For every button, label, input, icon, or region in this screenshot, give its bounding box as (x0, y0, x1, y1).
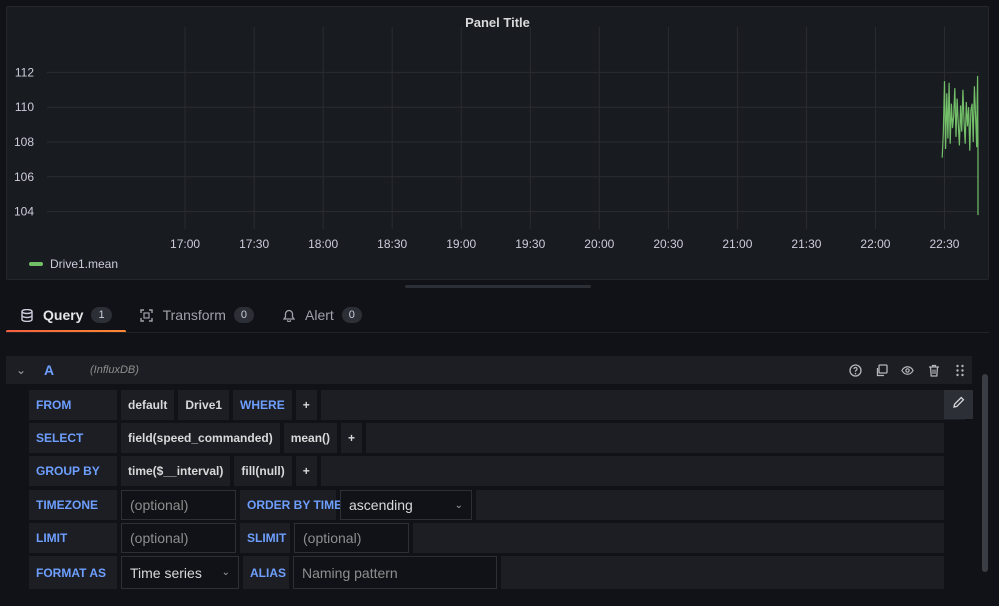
pane-splitter[interactable] (405, 285, 591, 288)
query-datasource: (InfluxDB) (90, 364, 139, 376)
x-axis: 17:00 17:30 18:00 18:30 19:00 19:30 20:00 20:30… (170, 237, 960, 251)
timezone-row-filler (476, 490, 944, 520)
format-as-label: FORMAT AS (29, 556, 117, 589)
tab-transform-count: 0 (233, 307, 254, 323)
scrollbar[interactable] (982, 374, 988, 572)
from-row: FROM default Drive1 WHERE + (29, 390, 965, 420)
where-label: WHERE (233, 390, 292, 420)
order-by-select[interactable]: ascending ⌄ (340, 490, 472, 520)
chevron-down-icon[interactable]: ⌄ (6, 363, 36, 377)
y-axis: 104 106 108 110 112 (14, 65, 34, 218)
x-tick-label: 17:30 (239, 237, 269, 251)
limit-label: LIMIT (29, 523, 117, 553)
x-tick-label: 17:00 (170, 237, 200, 251)
panel-editor: Panel Title 104 106 108 110 112 17:00 17:30 18… (0, 0, 999, 606)
chart-grid (47, 27, 979, 229)
group-by-label: GROUP BY (29, 456, 117, 486)
graph-panel: Panel Title 104 106 108 110 112 17:00 17:30 18… (6, 6, 989, 280)
tab-transform-label: Transform (162, 307, 226, 323)
select-row: SELECT field(speed_commanded) mean() + (29, 423, 944, 453)
editor-tabs: Query 1 Transform 0 Alert 0 (6, 298, 376, 334)
slimit-input[interactable]: (optional) (294, 523, 409, 553)
query-ref-id[interactable]: A (44, 362, 84, 378)
add-group-by-button[interactable]: + (295, 456, 317, 486)
legend-swatch (29, 262, 43, 266)
query-editor: ⌄ A (InfluxDB) FROM default Drive1 WHERE… (6, 334, 989, 606)
trash-icon[interactable] (927, 364, 940, 377)
x-tick-label: 21:00 (722, 237, 752, 251)
limit-row-filler (413, 523, 944, 553)
query-actions (849, 356, 966, 384)
tab-alert[interactable]: Alert 0 (268, 298, 376, 332)
y-tick-label: 108 (14, 135, 34, 149)
tabs-divider (6, 332, 989, 333)
chevron-down-icon: ⌄ (221, 567, 230, 578)
format-as-select[interactable]: Time series ⌄ (121, 556, 239, 589)
tab-alert-count: 0 (341, 307, 362, 323)
chevron-down-icon: ⌄ (454, 499, 463, 511)
help-icon[interactable] (849, 363, 862, 377)
format-row: FORMAT AS Time series ⌄ ALIAS Naming pat… (29, 556, 944, 589)
field-segment[interactable]: field(speed_commanded) (121, 423, 280, 453)
slimit-label: SLIMIT (240, 523, 290, 553)
query-row-header[interactable]: ⌄ A (InfluxDB) (6, 356, 972, 384)
time-series-chart: 104 106 108 110 112 17:00 17:30 18:00 18:30 19:0… (14, 27, 979, 251)
y-tick-label: 106 (14, 170, 34, 184)
from-label: FROM (29, 390, 117, 420)
x-tick-label: 22:30 (929, 237, 959, 251)
timezone-input[interactable]: (optional) (121, 490, 236, 520)
alias-label: ALIAS (243, 556, 289, 589)
database-icon (20, 308, 34, 322)
x-tick-label: 20:30 (653, 237, 683, 251)
select-row-filler (366, 423, 944, 453)
pencil-icon (952, 396, 965, 414)
x-tick-label: 19:30 (515, 237, 545, 251)
group-by-row: GROUP BY time($__interval) fill(null) + (29, 456, 944, 486)
tab-transform[interactable]: Transform 0 (126, 298, 268, 332)
eye-icon[interactable] (901, 364, 914, 377)
format-row-filler (501, 556, 944, 589)
fill-segment[interactable]: fill(null) (234, 456, 292, 486)
bell-icon (282, 308, 296, 322)
tab-query[interactable]: Query 1 (6, 298, 126, 333)
group-by-time-segment[interactable]: time($__interval) (121, 456, 231, 486)
y-tick-label: 104 (14, 205, 34, 219)
order-by-value: ascending (349, 497, 413, 513)
group-by-row-filler (320, 456, 944, 486)
legend[interactable]: Drive1.mean (29, 257, 118, 271)
timezone-row: TIMEZONE (optional) ORDER BY TIME ascend… (29, 490, 944, 520)
transform-icon (140, 308, 154, 322)
duplicate-icon[interactable] (875, 363, 888, 377)
from-row-filler (320, 390, 965, 420)
add-where-button[interactable]: + (295, 390, 317, 420)
x-tick-label: 20:00 (584, 237, 614, 251)
select-label: SELECT (29, 423, 117, 453)
x-tick-label: 18:30 (377, 237, 407, 251)
x-tick-label: 21:30 (791, 237, 821, 251)
x-tick-label: 19:00 (446, 237, 476, 251)
aggregation-segment[interactable]: mean() (283, 423, 338, 453)
y-tick-label: 112 (15, 65, 34, 79)
y-tick-label: 110 (15, 100, 34, 114)
tab-query-label: Query (43, 307, 84, 323)
add-select-button[interactable]: + (341, 423, 363, 453)
limit-input[interactable]: (optional) (121, 523, 236, 553)
x-tick-label: 18:00 (308, 237, 338, 251)
format-as-value: Time series (130, 564, 202, 581)
series-layer (941, 75, 979, 216)
x-tick-label: 22:00 (860, 237, 890, 251)
order-by-time-label: ORDER BY TIME (240, 490, 342, 520)
edit-raw-query-button[interactable] (944, 390, 973, 419)
legend-label[interactable]: Drive1.mean (50, 257, 118, 271)
timezone-label: TIMEZONE (29, 490, 117, 520)
drag-handle-icon[interactable] (953, 364, 966, 377)
alias-input[interactable]: Naming pattern (293, 556, 497, 589)
measurement-segment[interactable]: Drive1 (178, 390, 230, 420)
limit-row: LIMIT (optional) SLIMIT (optional) (29, 523, 944, 553)
series-line-drive1-mean[interactable] (941, 75, 979, 216)
retention-policy-segment[interactable]: default (121, 390, 175, 420)
tab-query-count: 1 (91, 307, 112, 323)
tab-alert-label: Alert (305, 307, 334, 323)
